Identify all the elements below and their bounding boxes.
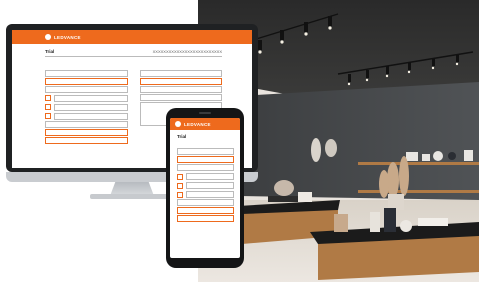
brand-logo: LEDVANCE	[45, 34, 81, 40]
section-header	[45, 64, 128, 68]
text-field[interactable]	[139, 93, 222, 101]
text-field[interactable]	[177, 199, 234, 206]
checkbox[interactable]	[45, 104, 51, 111]
form-reference: XXXXXXXXXXXXXXXXXXXXXXXXXX	[152, 49, 222, 54]
text-field[interactable]	[54, 112, 128, 120]
form-column-left	[45, 61, 128, 144]
text-field[interactable]	[186, 173, 234, 180]
smartphone: LEDVANCE Trial	[166, 108, 244, 268]
form-title: Trial	[177, 134, 187, 139]
logo-text: LEDVANCE	[184, 121, 211, 127]
text-field[interactable]	[45, 120, 128, 128]
text-field[interactable]	[54, 94, 128, 102]
text-field[interactable]	[186, 191, 234, 198]
checkbox[interactable]	[177, 191, 183, 198]
text-field[interactable]	[177, 156, 234, 163]
logo-circle-icon	[45, 34, 51, 40]
text-field[interactable]	[177, 148, 234, 155]
form-title: Trial	[45, 49, 55, 54]
text-field[interactable]	[45, 85, 128, 93]
section-header	[140, 64, 223, 68]
checkbox[interactable]	[45, 113, 51, 120]
text-field[interactable]	[45, 128, 128, 136]
phone-form: Trial	[170, 130, 240, 222]
logo-circle-icon	[175, 121, 181, 127]
checkbox[interactable]	[177, 173, 183, 180]
text-field[interactable]	[139, 77, 222, 85]
text-field[interactable]	[54, 103, 128, 111]
text-field[interactable]	[186, 182, 234, 189]
text-field[interactable]	[177, 207, 234, 214]
text-field[interactable]	[45, 136, 128, 144]
section-header	[177, 142, 234, 146]
checkbox[interactable]	[177, 182, 183, 189]
checkbox[interactable]	[45, 95, 51, 102]
desktop-header-bar: LEDVANCE	[12, 30, 252, 44]
text-field[interactable]	[177, 215, 234, 222]
logo-text: LEDVANCE	[54, 34, 81, 40]
phone-speaker	[199, 112, 211, 114]
phone-screen: LEDVANCE Trial	[170, 118, 240, 258]
phone-header-bar: LEDVANCE	[170, 118, 240, 130]
monitor-foot	[90, 194, 174, 199]
text-field[interactable]	[139, 69, 222, 77]
text-field[interactable]	[139, 85, 222, 93]
brand-logo: LEDVANCE	[175, 121, 211, 127]
text-field[interactable]	[45, 77, 128, 85]
text-field[interactable]	[45, 69, 128, 77]
text-field[interactable]	[177, 164, 234, 171]
